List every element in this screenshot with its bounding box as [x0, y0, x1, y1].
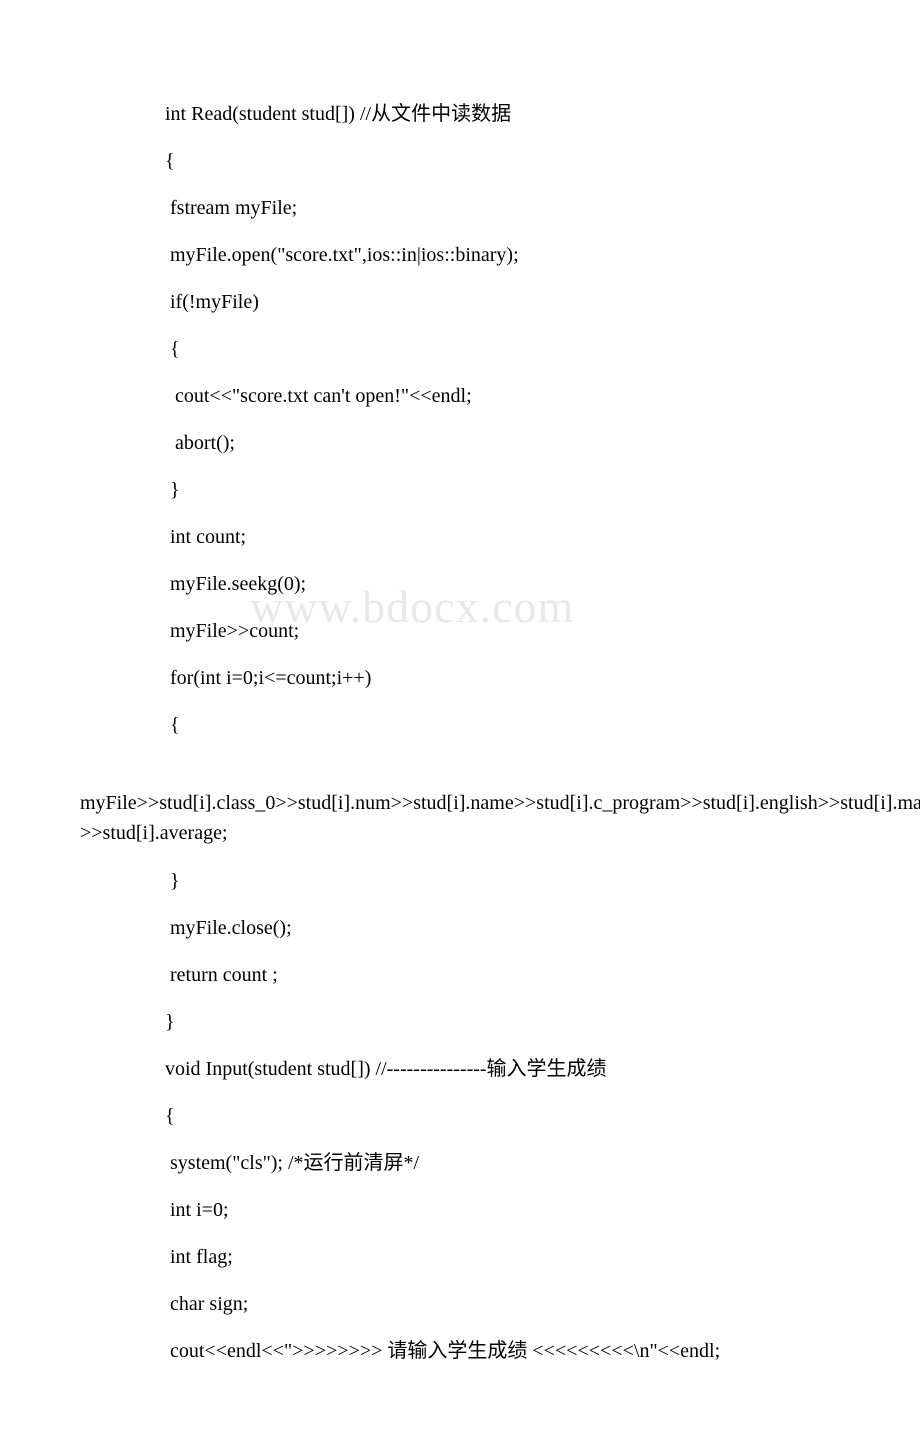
code-line: int count; — [80, 523, 840, 551]
code-line: } — [80, 476, 840, 504]
code-line: { — [80, 711, 840, 739]
code-line: cout<<"score.txt can't open!"<<endl; — [80, 382, 840, 410]
code-line: { — [80, 147, 840, 175]
code-line: fstream myFile; — [80, 194, 840, 222]
code-line: abort(); — [80, 429, 840, 457]
code-line: } — [80, 867, 840, 895]
code-line: for(int i=0;i<=count;i++) — [80, 664, 840, 692]
code-line: int flag; — [80, 1243, 840, 1271]
code-line: { — [80, 1102, 840, 1130]
code-line: int Read(student stud[]) //从文件中读数据 — [80, 100, 840, 128]
code-line-wrapped: myFile>>stud[i].class_0>>stud[i].num>>st… — [80, 758, 840, 848]
code-line: cout<<endl<<">>>>>>>> 请输入学生成绩 <<<<<<<<<\… — [80, 1337, 840, 1365]
code-line: void Input(student stud[]) //-----------… — [80, 1055, 840, 1083]
code-line: } — [80, 1008, 840, 1036]
code-line: char sign; — [80, 1290, 840, 1318]
code-line: return count ; — [80, 961, 840, 989]
code-line: myFile>>count; — [80, 617, 840, 645]
document-content: int Read(student stud[]) //从文件中读数据 { fst… — [0, 0, 920, 1444]
code-line: { — [80, 335, 840, 363]
code-line: if(!myFile) — [80, 288, 840, 316]
code-line: myFile.open("score.txt",ios::in|ios::bin… — [80, 241, 840, 269]
code-line: myFile.seekg(0); — [80, 570, 840, 598]
code-line: system("cls"); /*运行前清屏*/ — [80, 1149, 840, 1177]
code-line: myFile.close(); — [80, 914, 840, 942]
code-line: int i=0; — [80, 1196, 840, 1224]
